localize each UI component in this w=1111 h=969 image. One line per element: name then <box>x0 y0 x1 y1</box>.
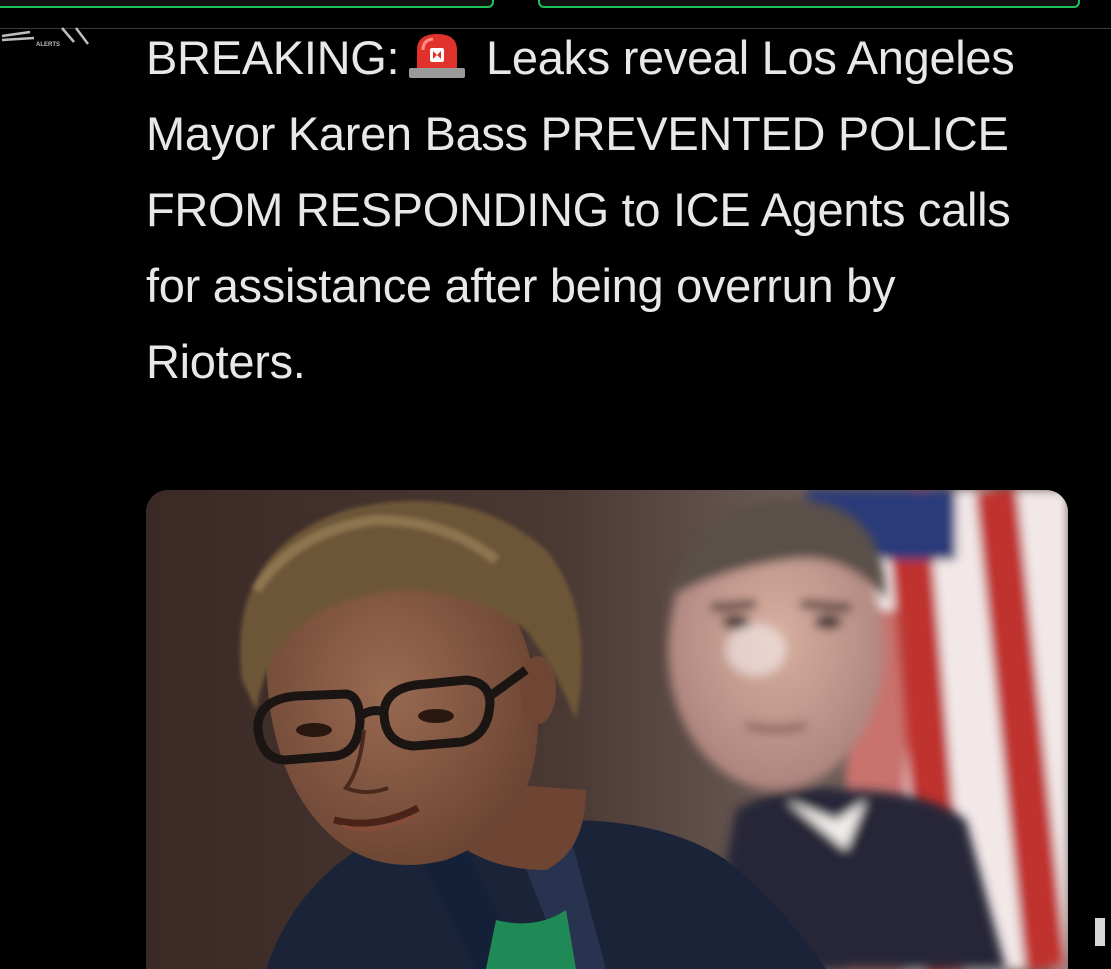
rotating-light-icon <box>405 26 469 78</box>
post-text: BREAKING: Leaks reveal Los Angeles Mayor… <box>146 20 1066 400</box>
post-body: Leaks reveal Los Angeles Mayor Karen Bas… <box>146 31 1015 388</box>
scrollbar-thumb[interactable] <box>1095 918 1105 946</box>
right-tab-pill[interactable] <box>538 0 1080 8</box>
source-logo-label: ALERTS <box>36 42 60 48</box>
left-tab-pill[interactable] <box>0 0 494 8</box>
source-logo: ALERTS <box>0 26 96 50</box>
post-photo[interactable] <box>146 490 1068 969</box>
breaking-label: BREAKING: <box>146 31 400 84</box>
